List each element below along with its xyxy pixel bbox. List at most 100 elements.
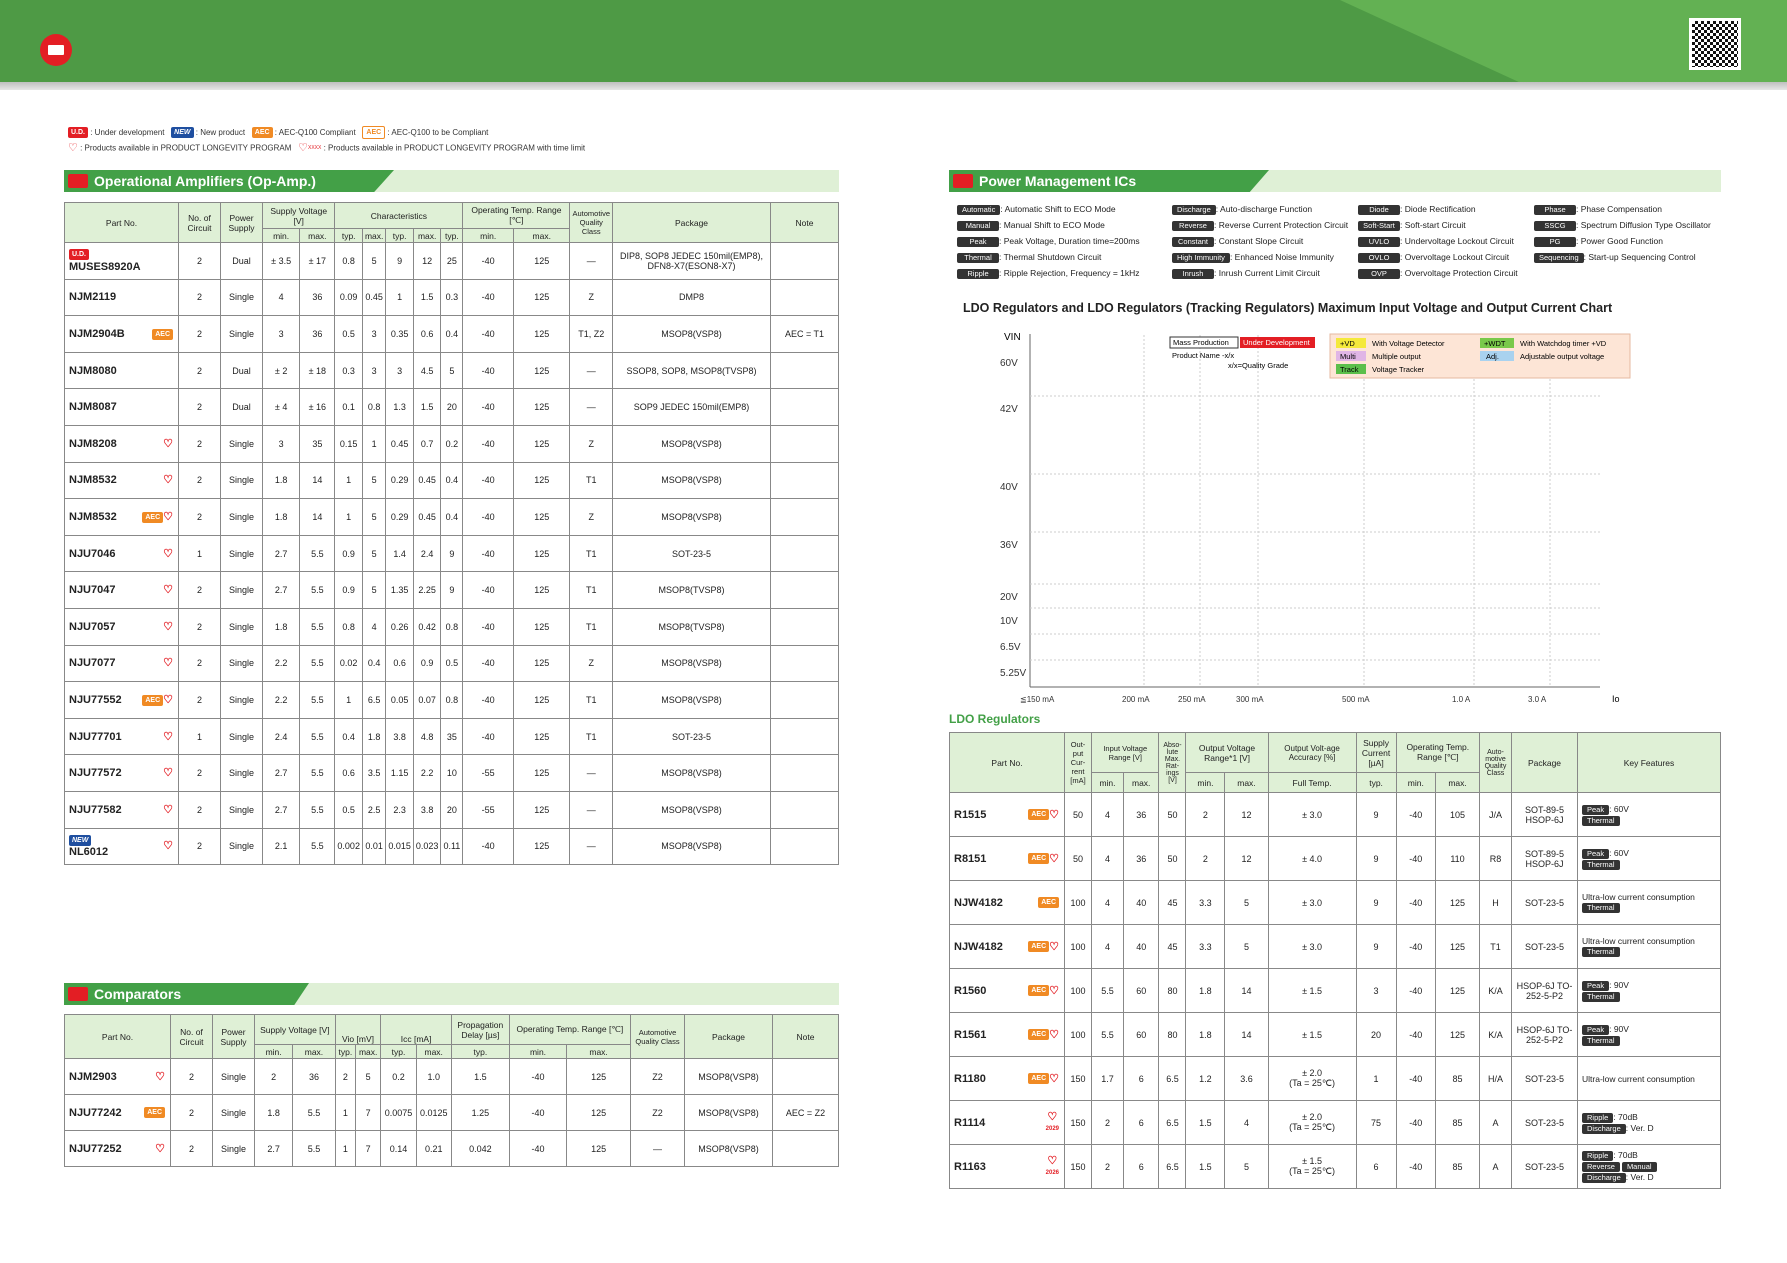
- feature-tag: Peak: [1582, 804, 1610, 815]
- legend-row-2: ♡ : Products available in PRODUCT LONGEV…: [68, 142, 585, 154]
- part-number[interactable]: R1515 AEC ♡: [949, 792, 1065, 837]
- cell-vmax: 35: [299, 424, 336, 463]
- qr-code-icon[interactable]: [1689, 18, 1741, 70]
- part-number[interactable]: R1163 ♡ 2026: [949, 1144, 1065, 1189]
- cell-vmax: 14: [299, 461, 336, 500]
- header-divider: [0, 82, 1787, 90]
- cell-key-features: Ripple: 70dB Discharge: Ver. D: [1577, 1100, 1721, 1145]
- cell-circ: 2: [170, 1058, 213, 1095]
- feature-line: Peak: 90V: [1582, 1024, 1718, 1035]
- part-number[interactable]: R8151 AEC ♡: [949, 836, 1065, 881]
- aec-badge: AEC: [1028, 941, 1050, 953]
- cell-tmax: 125: [513, 461, 571, 500]
- part-number[interactable]: NJM2904B AEC: [64, 315, 179, 353]
- cell-omax: 3.6: [1224, 1056, 1269, 1101]
- legend-namefmt: Product Name -x/x: [1172, 351, 1234, 360]
- part-label: R8151: [954, 852, 987, 865]
- part-number[interactable]: NJW4182 AEC ♡: [949, 924, 1065, 969]
- cell-abs: 6.5: [1158, 1100, 1187, 1145]
- cell-omax: 14: [1224, 968, 1269, 1013]
- part-number[interactable]: NJM2119: [64, 278, 179, 317]
- part-number[interactable]: NJM8532 ♡: [64, 461, 179, 500]
- part-number[interactable]: R1560 AEC ♡: [949, 968, 1065, 1013]
- part-number[interactable]: U.D. MUSES8920A: [64, 242, 179, 280]
- acc-value: ± 3.0: [1302, 941, 1323, 952]
- table-row: NJM8087 2 Dual ± 4 ± 16 0.1 0.8 1.3 1.5 20 -40 125—…: [64, 388, 839, 426]
- feature-value: Ultra-low current consumption: [1582, 1073, 1695, 1084]
- legend-adj-text: Adjustable output voltage: [1520, 352, 1604, 361]
- cell-tmin: -40: [462, 351, 515, 390]
- cell-vmin: 2.2: [261, 644, 301, 683]
- cell-vmin: 2.7: [261, 534, 301, 573]
- heart-icon: ♡: [68, 142, 78, 154]
- cell-i2: 0.023: [412, 827, 442, 866]
- feature-desc: : Overvoltage Lockout Circuit: [1400, 252, 1510, 262]
- heart-icon: ♡: [163, 840, 173, 853]
- heart-icon: ♡: [163, 437, 173, 450]
- feature-line: Peak: 60V: [1582, 804, 1718, 815]
- part-number[interactable]: R1561 AEC ♡: [949, 1012, 1065, 1057]
- cell-imax: 6: [1122, 1056, 1160, 1101]
- legend-vd: +VD: [1340, 339, 1355, 348]
- part-number[interactable]: NJU7046 ♡: [64, 534, 179, 573]
- part-number[interactable]: NEW NL6012 ♡: [64, 827, 179, 866]
- part-number[interactable]: NJM8532 AEC ♡: [64, 498, 179, 536]
- cell-tmax: 125: [513, 607, 571, 646]
- part-number[interactable]: R1114 ♡ 2029: [949, 1100, 1065, 1145]
- part-number[interactable]: NJU77252 ♡: [64, 1130, 171, 1167]
- legend-mass: Mass Production: [1173, 338, 1229, 347]
- sub-max-1: max.: [299, 228, 336, 243]
- part-number[interactable]: NJU7077 ♡: [64, 644, 179, 683]
- cell-key-features: Ultra-low current consumption Thermal: [1577, 924, 1721, 969]
- part-label: R1180: [954, 1072, 986, 1085]
- part-number[interactable]: R1180 AEC ♡: [949, 1056, 1065, 1101]
- feature-tag: Manual: [1621, 1162, 1657, 1172]
- cell-circ: 2: [178, 424, 221, 463]
- part-number[interactable]: NJU7047 ♡: [64, 571, 179, 609]
- part-number[interactable]: NJU77582 ♡: [64, 790, 179, 829]
- part-number[interactable]: NJM8208 ♡: [64, 424, 179, 463]
- cell-note: [770, 461, 839, 500]
- cell-i2: 0.9: [412, 644, 442, 683]
- cell-i2: 0.0125: [415, 1094, 452, 1131]
- cell-note: [770, 388, 839, 426]
- table-row: NJU77552 AEC ♡ 2 Single 2.2 5.5 1 6.5 0.05 0.07 0.8…: [64, 681, 839, 719]
- part-number[interactable]: NJU7057 ♡: [64, 607, 179, 646]
- cell-auto: R8: [1479, 836, 1512, 881]
- part-number[interactable]: NJM8080: [64, 351, 179, 390]
- feature-value: : Ver. D: [1625, 1122, 1654, 1133]
- cell-acc: ± 2.0 (Ta = 25℃): [1267, 1056, 1357, 1101]
- cell-v1: 0.15: [334, 424, 363, 463]
- feature-tag: Manual: [957, 221, 999, 231]
- cell-abs: 6.5: [1158, 1056, 1187, 1101]
- part-number[interactable]: NJU77701 ♡: [64, 717, 179, 756]
- cell-note: [770, 790, 839, 829]
- cell-vmin: 2.7: [261, 571, 301, 609]
- heart-time-year: XXXX: [307, 145, 322, 151]
- cell-pkg: DMP8: [612, 278, 771, 317]
- legend-track-text: Voltage Tracker: [1372, 365, 1425, 374]
- sub-typ-6: typ.: [440, 228, 464, 243]
- part-number[interactable]: NJU77552 AEC ♡: [64, 681, 179, 719]
- cell-tmax: 125: [1435, 968, 1480, 1013]
- part-number[interactable]: NJU77242 AEC: [64, 1094, 171, 1131]
- cell-v1: 0.3: [334, 351, 363, 390]
- cell-i2: 4.8: [412, 717, 442, 756]
- cell-circ: 2: [178, 681, 221, 719]
- cell-v1: 0.8: [334, 242, 363, 280]
- cell-acc: ± 3.0: [1267, 924, 1357, 969]
- cell-sr: 9: [440, 571, 464, 609]
- part-number[interactable]: NJM8087: [64, 388, 179, 426]
- part-number[interactable]: NJU77572 ♡: [64, 754, 179, 792]
- pmic-legend-row: Ripple: Ripple Rejection, Frequency = 1k…: [957, 266, 1727, 282]
- sub-min-6: min.: [1395, 772, 1437, 793]
- part-number[interactable]: NJM2903 ♡: [64, 1058, 171, 1095]
- cell-tmin: -40: [462, 424, 515, 463]
- pmic-legend-row: Thermal: Thermal Shutdown Circuit High Im…: [957, 250, 1727, 266]
- feature-value: : 70dB: [1613, 1150, 1638, 1160]
- part-number[interactable]: NJW4182 AEC: [949, 880, 1065, 925]
- part-label: NJM8532: [69, 510, 117, 523]
- cell-vmax: ± 17: [299, 242, 336, 280]
- pmic-legend-item: Reverse: Reverse Current Protection Circ…: [1172, 218, 1348, 232]
- feature-tag: Peak: [957, 237, 999, 247]
